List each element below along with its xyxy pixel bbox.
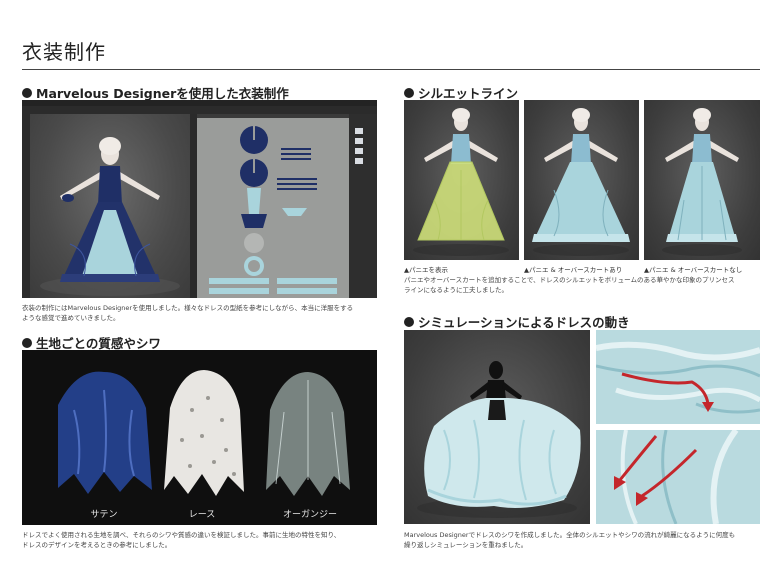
md-left-toolbar <box>22 114 30 298</box>
page-title: 衣装制作 <box>22 40 106 64</box>
md-toolbar <box>22 106 377 114</box>
marvelous-caption-line1: 衣装の制作にはMarvelous Designerを使用しました。様々なドレスの… <box>22 304 354 312</box>
silhouette-label-pannier: ▲パニエを表示 <box>404 266 448 274</box>
simulation-caption-line1: Marvelous Designerでドレスのシワを作成しました。全体のシルエッ… <box>404 531 736 539</box>
simulation-caption: Marvelous Designerでドレスのシワを作成しました。全体のシルエッ… <box>404 530 764 550</box>
silhouette-no-overskirt-image <box>644 100 760 260</box>
simulation-closeup-bottom-image <box>596 430 760 524</box>
bullet-icon <box>404 87 414 98</box>
fabric-label-lace: レース <box>188 510 216 520</box>
title-divider <box>22 69 760 70</box>
fabric-caption-line1: ドレスでよく使用される生地を調べ、それらのシワや質感の違いを検証しました。事前に… <box>22 531 341 539</box>
bullet-icon <box>22 337 32 348</box>
fabric-label-satin: サテン <box>90 510 118 520</box>
silhouette-caption: パニエやオーバースカートを追加することで、ドレスのシルエットをボリュームのある華… <box>404 275 764 295</box>
md-view-divider <box>190 114 197 298</box>
section-heading-simulation-text: シミュレーションによるドレスの動き <box>418 315 630 330</box>
md-fabric-swatch[interactable] <box>355 138 363 144</box>
silhouette-label-overskirt: ▲パニエ & オーバースカートあり <box>524 266 623 274</box>
md-fabric-swatch[interactable] <box>355 158 363 164</box>
silhouette-caption-line1: パニエやオーバースカートを追加することで、ドレスのシルエットをボリュームのある華… <box>404 276 735 284</box>
section-heading-simulation: シミュレーションによるドレスの動き <box>404 312 630 331</box>
simulation-dress-image <box>404 330 590 524</box>
marvelous-designer-screenshot <box>22 100 377 298</box>
md-fabric-swatch[interactable] <box>355 128 363 134</box>
simulation-closeup-top-image <box>596 330 760 424</box>
simulation-caption-line2: 繰り返しシミュレーションを重ねました。 <box>404 541 528 549</box>
bullet-icon <box>404 316 414 327</box>
md-right-panel <box>349 114 377 298</box>
fabric-samples-image: サテン レース オーガンジー <box>22 350 377 525</box>
fabric-caption: ドレスでよく使用される生地を調べ、それらのシワや質感の違いを検証しました。事前に… <box>22 530 382 550</box>
marvelous-caption: 衣装の制作にはMarvelous Designerを使用しました。様々なドレスの… <box>22 303 382 323</box>
fabric-drapes <box>58 370 350 496</box>
fabric-label-organza: オーガンジー <box>282 510 337 520</box>
silhouette-pannier-image <box>404 100 519 260</box>
md-3d-viewport <box>30 114 190 298</box>
md-2d-pattern-window <box>197 118 349 298</box>
silhouette-caption-line2: ラインになるように工夫しました。 <box>404 286 508 294</box>
md-fabric-swatch[interactable] <box>355 148 363 154</box>
pattern-pieces-image <box>209 126 337 294</box>
marvelous-caption-line2: ような感覚で進めていきました。 <box>22 314 120 322</box>
fabric-caption-line2: ドレスのデザインを考えるときの参考にしました。 <box>22 541 172 549</box>
silhouette-overskirt-image <box>524 100 639 260</box>
bullet-icon <box>22 87 32 98</box>
silhouette-label-no-overskirt: ▲パニエ & オーバースカートなし <box>644 266 743 274</box>
avatar-navy-dress-image <box>40 137 180 296</box>
